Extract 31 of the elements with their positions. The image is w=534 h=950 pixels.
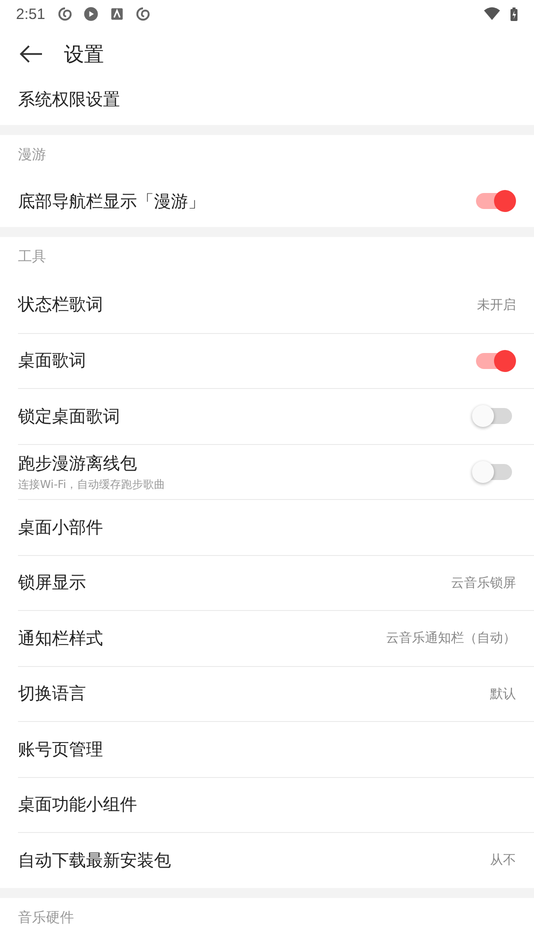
setting-label[interactable]: 状态栏歌词 xyxy=(18,293,477,316)
setting-value[interactable]: 默认 xyxy=(490,684,516,703)
setting-label[interactable]: 桌面歌词 xyxy=(18,349,476,372)
letter-square-icon xyxy=(109,6,126,22)
setting-label[interactable]: 通知栏样式 xyxy=(18,626,386,650)
swirl-icon xyxy=(57,6,74,22)
play-bubble-icon xyxy=(83,6,100,22)
setting-label[interactable]: 锁屏显示 xyxy=(18,571,451,594)
section-header: 漫游 xyxy=(17,146,47,165)
setting-label[interactable]: 锁定桌面歌词 xyxy=(18,404,476,428)
setting-value[interactable]: 云音乐锁屏 xyxy=(451,574,516,592)
setting-value[interactable]: 云音乐通知栏（自动） xyxy=(386,629,516,648)
section-header: 音乐硬件 xyxy=(17,908,75,928)
setting-label[interactable]: 切换语言 xyxy=(18,682,490,706)
setting-label[interactable]: 桌面功能小组件 xyxy=(18,793,516,816)
setting-label[interactable]: 系统权限设置 xyxy=(18,88,516,111)
battery-icon xyxy=(510,6,518,22)
setting-label[interactable]: 桌面小部件 xyxy=(18,516,516,539)
status-time: 2:51 xyxy=(16,6,46,22)
section-header: 工具 xyxy=(17,248,47,267)
setting-label[interactable]: 底部导航栏显示「漫游」 xyxy=(18,190,476,212)
swirl-icon xyxy=(135,6,152,22)
page-title: 设置 xyxy=(64,40,104,68)
setting-label[interactable]: 跑步漫游离线包 xyxy=(18,452,476,475)
wifi-icon xyxy=(484,6,500,22)
back-arrow-icon[interactable] xyxy=(19,44,43,64)
setting-description: 连接Wi-Fi，自动缓存跑步歌曲 xyxy=(18,476,166,492)
setting-label[interactable]: 自动下载最新安装包 xyxy=(18,848,490,872)
setting-label[interactable]: 账号页管理 xyxy=(18,738,516,761)
setting-value[interactable]: 从不 xyxy=(490,851,516,870)
setting-value[interactable]: 未开启 xyxy=(477,296,516,314)
